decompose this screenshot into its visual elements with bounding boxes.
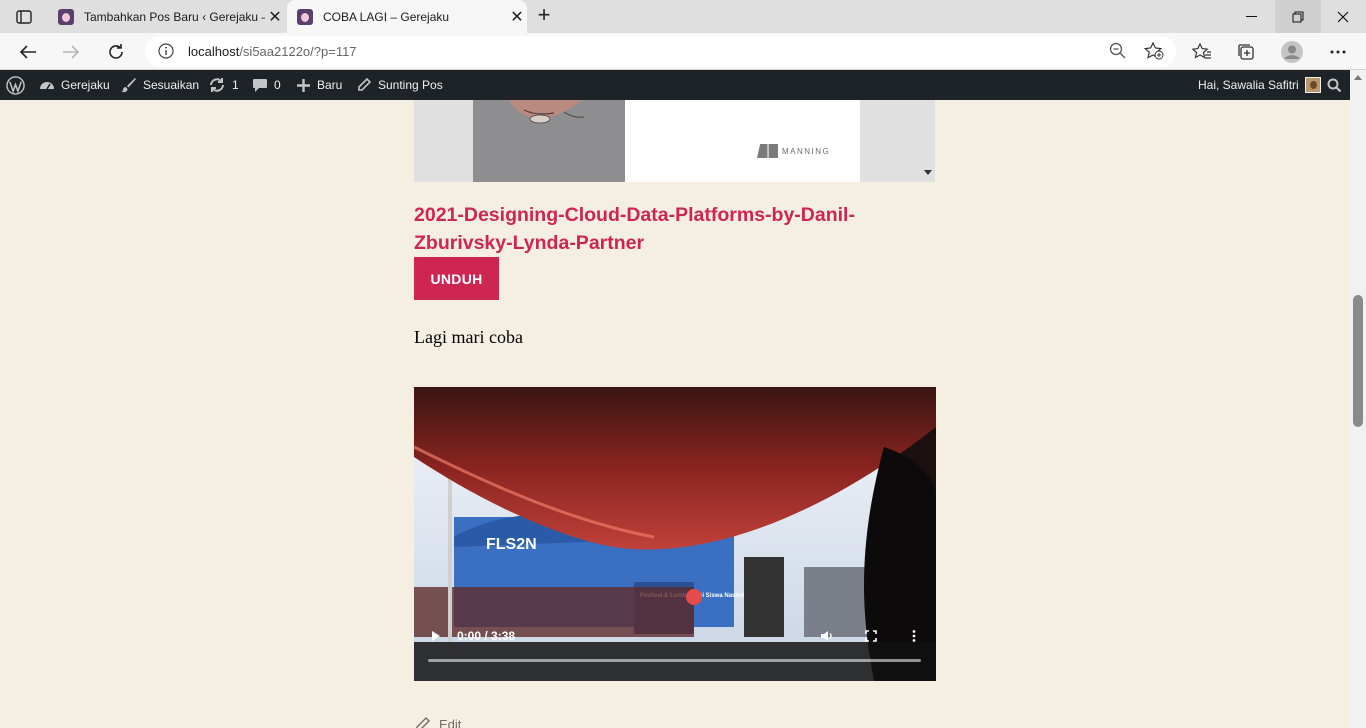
site-name-menu[interactable]: Gerejaku xyxy=(39,70,110,100)
tab-coba-lagi[interactable]: COBA LAGI – Gerejaku ✕ xyxy=(287,0,527,33)
updates-menu[interactable]: 1 xyxy=(208,70,239,100)
updates-count: 1 xyxy=(232,78,239,92)
download-button[interactable]: UNDUH xyxy=(414,257,499,300)
pdf-scroll-down-icon[interactable] xyxy=(924,170,932,175)
forward-icon[interactable] xyxy=(57,38,85,66)
search-icon[interactable] xyxy=(1327,70,1342,100)
wordpress-logo-icon[interactable] xyxy=(6,70,25,100)
dashboard-icon xyxy=(40,82,54,90)
address-bar[interactable]: localhost/si5aa2122o/?p=117 xyxy=(145,36,1176,67)
fullscreen-icon[interactable] xyxy=(862,627,880,645)
restore-icon[interactable] xyxy=(1275,0,1321,33)
profile-avatar[interactable] xyxy=(1278,38,1306,66)
video-controls: 0:00 / 3:38 xyxy=(414,617,936,681)
tab-add-new-post[interactable]: Tambahkan Pos Baru ‹ Gerejaku — ✕ xyxy=(48,0,285,33)
publisher-name: MANNING xyxy=(782,146,831,156)
tab-title: COBA LAGI – Gerejaku xyxy=(323,9,450,24)
manning-logo-icon xyxy=(757,144,778,158)
pencil-icon xyxy=(358,77,372,91)
volume-icon[interactable] xyxy=(818,627,836,645)
zoom-out-icon[interactable] xyxy=(1109,42,1127,65)
edit-pencil-icon xyxy=(416,717,430,728)
browser-tab-bar: Tambahkan Pos Baru ‹ Gerejaku — ✕ COBA L… xyxy=(0,0,1366,33)
url-text[interactable]: localhost/si5aa2122o/?p=117 xyxy=(188,44,357,59)
site-favicon-icon xyxy=(58,8,74,25)
publisher-logo: MANNING xyxy=(757,144,830,158)
back-icon[interactable] xyxy=(14,38,42,66)
close-tab-icon[interactable]: ✕ xyxy=(507,7,527,27)
post-content: MANNING 2021-Designing-Cloud-Data-Platfo… xyxy=(0,100,1350,728)
tab-title: Tambahkan Pos Baru ‹ Gerejaku — xyxy=(84,9,265,24)
edit-post-link[interactable]: Edit xyxy=(414,717,461,728)
add-favorite-icon[interactable] xyxy=(1143,41,1164,65)
pdf-cover-left xyxy=(473,100,625,182)
comment-icon xyxy=(253,78,267,92)
comments-count: 0 xyxy=(274,78,281,92)
edit-post-label: Sunting Pos xyxy=(378,78,443,92)
play-icon[interactable] xyxy=(427,627,445,645)
new-label: Baru xyxy=(317,78,343,92)
cover-illustration xyxy=(509,100,585,124)
minimize-icon[interactable] xyxy=(1229,0,1275,33)
customize-menu[interactable]: Sesuaikan xyxy=(121,70,199,100)
customize-label: Sesuaikan xyxy=(143,78,200,92)
page-scrollbar[interactable] xyxy=(1350,70,1366,728)
download-file-title[interactable]: 2021-Designing-Cloud-Data-Platforms-by-D… xyxy=(414,201,914,257)
updates-icon xyxy=(210,78,224,92)
site-name-label: Gerejaku xyxy=(61,78,110,92)
comments-menu[interactable]: 0 xyxy=(252,70,281,100)
site-info-icon[interactable] xyxy=(158,43,174,64)
brush-icon xyxy=(121,78,136,93)
new-content-menu[interactable]: Baru xyxy=(296,70,342,100)
url-path: /si5aa2122o/?p=117 xyxy=(239,44,357,59)
site-favicon-icon xyxy=(297,8,313,25)
collections-icon[interactable] xyxy=(1232,38,1260,66)
video-more-icon[interactable] xyxy=(905,627,923,645)
close-window-icon[interactable] xyxy=(1320,0,1366,33)
scroll-up-icon[interactable] xyxy=(1354,75,1362,80)
pdf-embed-viewer[interactable]: MANNING xyxy=(414,100,935,182)
edit-label: Edit xyxy=(439,717,462,728)
video-player[interactable]: FLS2N Festival & Lomba Seni Siswa Nasion… xyxy=(414,387,936,681)
close-tab-icon[interactable]: ✕ xyxy=(265,7,285,27)
pdf-cover-right: MANNING xyxy=(625,100,860,182)
post-paragraph: Lagi mari coba xyxy=(414,327,523,347)
url-host: localhost xyxy=(188,44,240,59)
greeting-label: Hai, Sawalia Safitri xyxy=(1198,78,1299,92)
new-tab-icon[interactable]: + xyxy=(534,4,554,27)
scrollbar-thumb[interactable] xyxy=(1353,295,1363,427)
browser-toolbar: localhost/si5aa2122o/?p=117 xyxy=(0,33,1366,70)
video-logo-text: FLS2N xyxy=(486,536,537,553)
video-time: 0:00 / 3:38 xyxy=(457,629,516,643)
tab-actions-icon[interactable] xyxy=(9,6,39,28)
video-progress-bar[interactable] xyxy=(428,659,921,662)
wp-admin-bar: Gerejaku Sesuaikan 1 0 Baru Sunting Pos … xyxy=(0,70,1352,100)
plus-icon xyxy=(297,78,310,92)
favorites-icon[interactable] xyxy=(1188,38,1216,66)
user-avatar xyxy=(1304,77,1321,93)
refresh-icon[interactable] xyxy=(102,38,130,66)
my-account-menu[interactable]: Hai, Sawalia Safitri xyxy=(1198,70,1321,100)
edit-post-menu[interactable]: Sunting Pos xyxy=(356,70,443,100)
settings-more-icon[interactable] xyxy=(1324,38,1352,66)
